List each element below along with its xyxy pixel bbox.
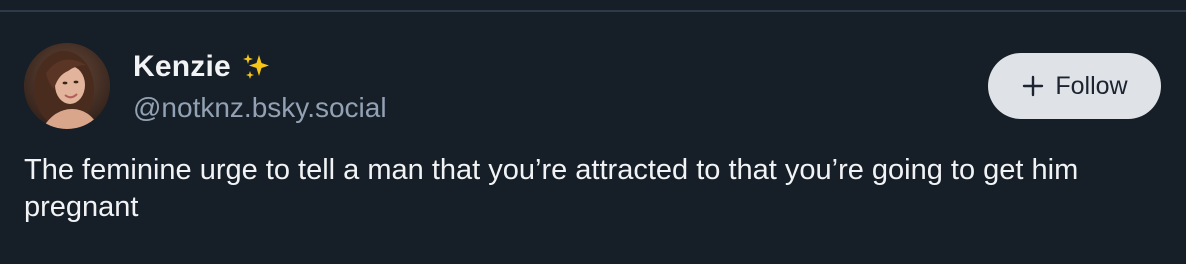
- post-card: Kenzie @notknz.bsky.social Follow The fe…: [0, 0, 1186, 264]
- avatar[interactable]: [24, 43, 110, 129]
- divider: [0, 10, 1186, 12]
- post-text: The feminine urge to tell a man that you…: [24, 154, 1079, 223]
- follow-button[interactable]: Follow: [988, 53, 1161, 119]
- sparkles-icon: [241, 51, 273, 83]
- author-handle[interactable]: @notknz.bsky.social: [133, 88, 387, 128]
- author-display-name[interactable]: Kenzie: [133, 46, 231, 88]
- follow-button-label: Follow: [1055, 72, 1128, 100]
- author-name-row: Kenzie: [133, 46, 273, 88]
- plus-icon: [1021, 74, 1045, 98]
